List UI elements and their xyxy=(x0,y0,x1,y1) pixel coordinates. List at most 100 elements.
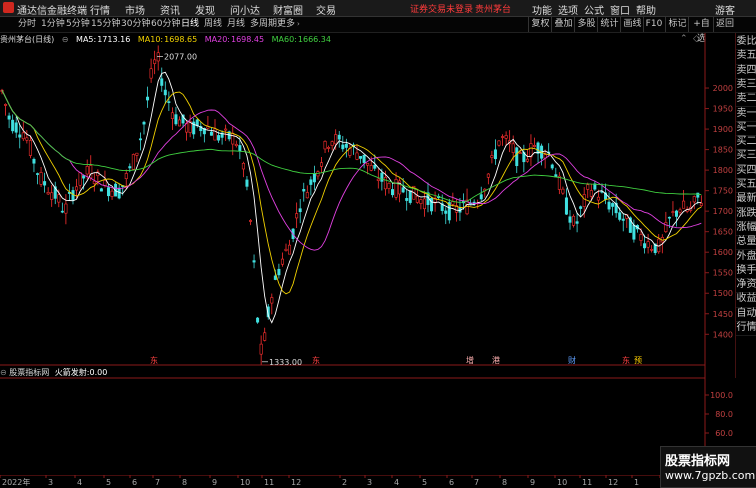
candle-body xyxy=(234,143,238,146)
menu-formula[interactable]: 公式 xyxy=(584,2,604,17)
candle-body xyxy=(117,187,121,199)
candle-body xyxy=(110,190,114,197)
menu-quotes[interactable]: 行情 xyxy=(90,2,110,17)
chevron-up-icon[interactable]: ⌃ xyxy=(680,34,688,44)
period-30min[interactable]: 30分钟 xyxy=(119,18,152,31)
login-notice[interactable]: 证券交易未登录 xyxy=(410,2,473,15)
ma-collapse-icon[interactable]: ⊖ xyxy=(62,35,69,44)
side-panel-item[interactable]: 行情 xyxy=(736,321,756,337)
back-button[interactable]: 返回 xyxy=(713,17,736,32)
menu-function[interactable]: 功能 xyxy=(532,2,552,17)
kline-chart[interactable]: 2000 1950 1900 1850 1800 1750 1700 1650 1600 1550… xyxy=(0,33,735,475)
date-tick-label: 8 xyxy=(502,478,507,487)
side-panel-item[interactable]: 卖五 xyxy=(736,49,756,65)
menu-wealth-circle[interactable]: 财富圈 xyxy=(273,2,303,17)
candle-body xyxy=(305,192,309,199)
candle-body xyxy=(131,154,135,170)
side-panel-item[interactable]: 买五 xyxy=(736,178,756,194)
candle-body xyxy=(302,189,306,192)
indicator-collapse-icon[interactable]: ⊖ xyxy=(0,368,7,377)
date-tick-label: 5 xyxy=(106,478,111,487)
period-5min[interactable]: 5分钟 xyxy=(64,18,92,31)
side-panel-item[interactable]: 买四 xyxy=(736,164,756,179)
candle-body xyxy=(405,198,409,201)
period-more[interactable]: 更多 xyxy=(275,18,297,31)
candle-body xyxy=(419,199,423,204)
side-panel-item[interactable]: 最新 xyxy=(736,192,756,208)
side-panel-item[interactable]: 净资 xyxy=(736,278,756,294)
side-panel-item[interactable]: 买三 xyxy=(736,149,756,165)
menu-trade[interactable]: 交易 xyxy=(316,2,336,17)
candle-body xyxy=(309,179,313,185)
menu-window[interactable]: 窗口 xyxy=(610,2,630,17)
side-panel-item[interactable]: 涨幅 xyxy=(736,221,756,237)
ma10-value: 1698.65 xyxy=(164,35,198,44)
ma20-line xyxy=(1,90,702,251)
candle-body xyxy=(64,203,68,214)
mark-button[interactable]: 标记 xyxy=(665,17,689,32)
side-panel-item[interactable]: 外盘 xyxy=(736,250,756,265)
period-15min[interactable]: 15分钟 xyxy=(89,18,122,31)
price-tick-label: 1500 xyxy=(713,289,733,298)
menu-guest[interactable]: 游客 xyxy=(715,2,735,17)
candle-body xyxy=(394,179,398,198)
side-panel-item[interactable]: 卖一 xyxy=(736,107,756,122)
restore-rights-button[interactable]: 复权 xyxy=(528,17,552,32)
candle-body xyxy=(490,155,494,158)
side-panel-item[interactable]: 买二 xyxy=(736,135,756,151)
period-monthly[interactable]: 月线 xyxy=(225,18,247,31)
side-panel-item[interactable]: 卖二 xyxy=(736,92,756,108)
candle-body xyxy=(280,258,284,265)
indicator-value-label: 火箭发射: xyxy=(54,368,90,377)
f10-button[interactable]: F10 xyxy=(643,17,664,32)
side-panel-item[interactable]: 自动 xyxy=(736,307,756,322)
side-panel-item[interactable]: 买一 xyxy=(736,121,756,137)
candle-body xyxy=(334,134,338,145)
period-60min[interactable]: 60分钟 xyxy=(149,18,182,31)
multi-stock-button[interactable]: 多股 xyxy=(574,17,598,32)
candle-body xyxy=(646,241,650,248)
period-1min[interactable]: 1分钟 xyxy=(39,18,67,31)
settings-icon[interactable]: ◇ xyxy=(693,34,700,44)
candle-body xyxy=(611,203,615,207)
candle-body xyxy=(479,194,483,200)
side-panel-item[interactable]: 涨跌 xyxy=(736,207,756,222)
candle-body xyxy=(667,216,671,219)
menu-help[interactable]: 帮助 xyxy=(636,2,656,17)
statistics-button[interactable]: 统计 xyxy=(597,17,621,32)
menu-market[interactable]: 市场 xyxy=(125,2,145,17)
candle-body xyxy=(621,218,625,221)
low-price-label: 1333.00 xyxy=(269,358,302,367)
side-panel-item[interactable]: 收益 xyxy=(736,292,756,308)
add-favorite-button[interactable]: +自选 xyxy=(688,17,714,44)
menu-discover[interactable]: 发现 xyxy=(195,2,215,17)
period-daily[interactable]: 日线 xyxy=(179,18,201,31)
indicator-name[interactable]: 股票指标网 xyxy=(9,368,49,377)
menu-news[interactable]: 资讯 xyxy=(160,2,180,17)
side-panel-item[interactable]: 换手 xyxy=(736,264,756,280)
candle-body xyxy=(135,152,139,156)
ma5-line xyxy=(1,71,702,324)
ma10-label: MA10: xyxy=(137,35,164,44)
draw-line-button[interactable]: 画线 xyxy=(620,17,644,32)
chevron-right-icon[interactable]: › xyxy=(297,20,300,28)
candle-body xyxy=(383,176,387,190)
candle-body xyxy=(607,201,611,210)
candle-body xyxy=(380,172,384,182)
side-panel-item[interactable]: 卖四 xyxy=(736,64,756,79)
period-timeshare[interactable]: 分时 xyxy=(16,18,38,31)
candle-body xyxy=(330,141,334,146)
period-toolbar: 分时 1分钟 5分钟 15分钟 30分钟 60分钟 日线 周线 月线 多周期 更… xyxy=(0,17,756,44)
side-panel-item[interactable]: 卖三 xyxy=(736,78,756,94)
menu-ask-xiaoda[interactable]: 问小达 xyxy=(230,2,260,17)
overlay-button[interactable]: 叠加 xyxy=(551,17,575,32)
candle-body xyxy=(174,114,178,125)
price-tick-label: 1800 xyxy=(713,166,733,175)
price-tick-label: 1450 xyxy=(713,310,733,319)
candle-body xyxy=(156,52,160,62)
menu-options[interactable]: 选项 xyxy=(558,2,578,17)
candle-body xyxy=(344,143,348,148)
period-weekly[interactable]: 周线 xyxy=(202,18,224,31)
side-panel-item[interactable]: 总量 xyxy=(736,235,756,251)
side-panel-item[interactable]: 委比 xyxy=(736,35,756,51)
